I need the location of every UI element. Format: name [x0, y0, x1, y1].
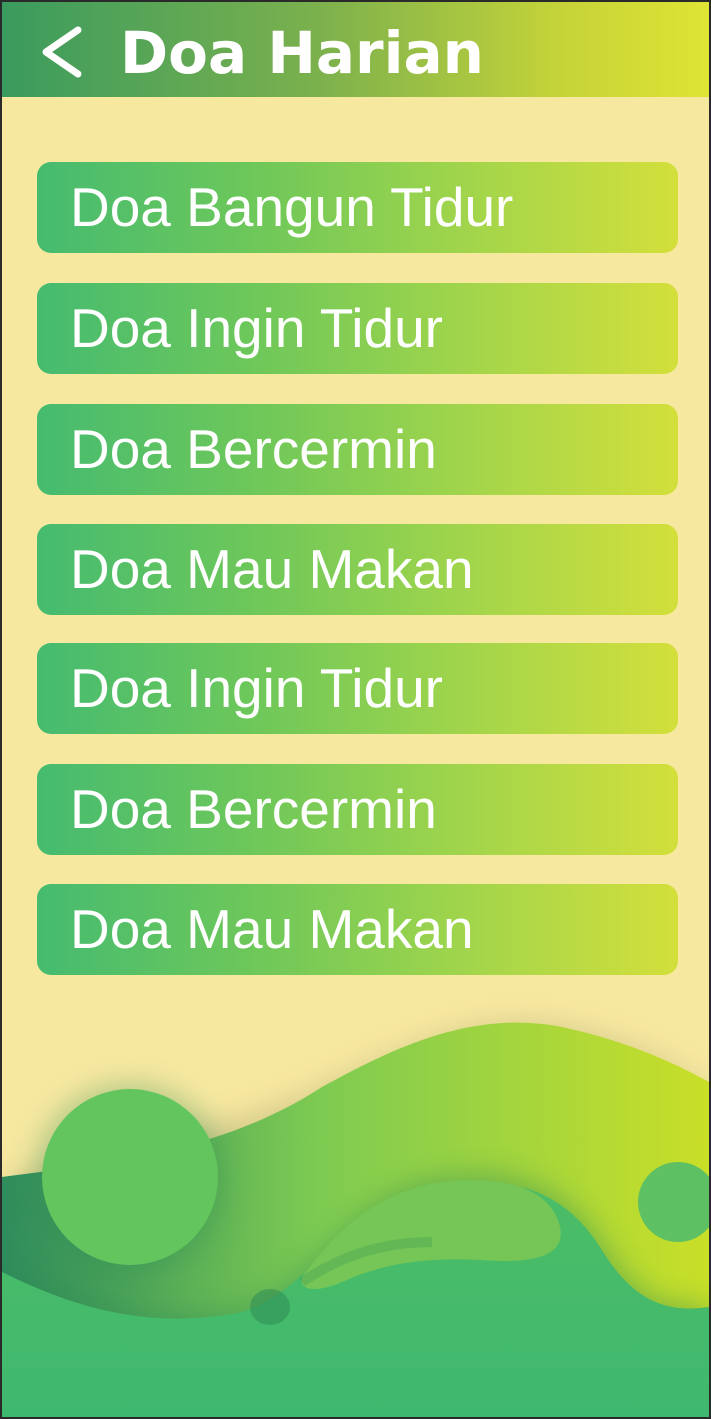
app-screen: Doa Harian Doa Bangun Tidur Doa Ingin Ti… — [0, 0, 711, 1419]
menu-item-doa-mau-makan-2[interactable]: Doa Mau Makan — [37, 884, 678, 975]
menu-item-doa-bangun-tidur[interactable]: Doa Bangun Tidur — [37, 162, 678, 253]
chevron-left-icon — [42, 26, 82, 78]
page-title: Doa Harian — [120, 19, 484, 87]
menu-item-doa-mau-makan[interactable]: Doa Mau Makan — [37, 524, 678, 615]
back-button[interactable] — [32, 24, 88, 80]
menu-item-doa-bercermin[interactable]: Doa Bercermin — [37, 404, 678, 495]
menu-item-doa-ingin-tidur-2[interactable]: Doa Ingin Tidur — [37, 643, 678, 734]
menu-item-doa-ingin-tidur[interactable]: Doa Ingin Tidur — [37, 283, 678, 374]
menu-item-doa-bercermin-2[interactable]: Doa Bercermin — [37, 764, 678, 855]
app-header: Doa Harian — [2, 2, 709, 97]
